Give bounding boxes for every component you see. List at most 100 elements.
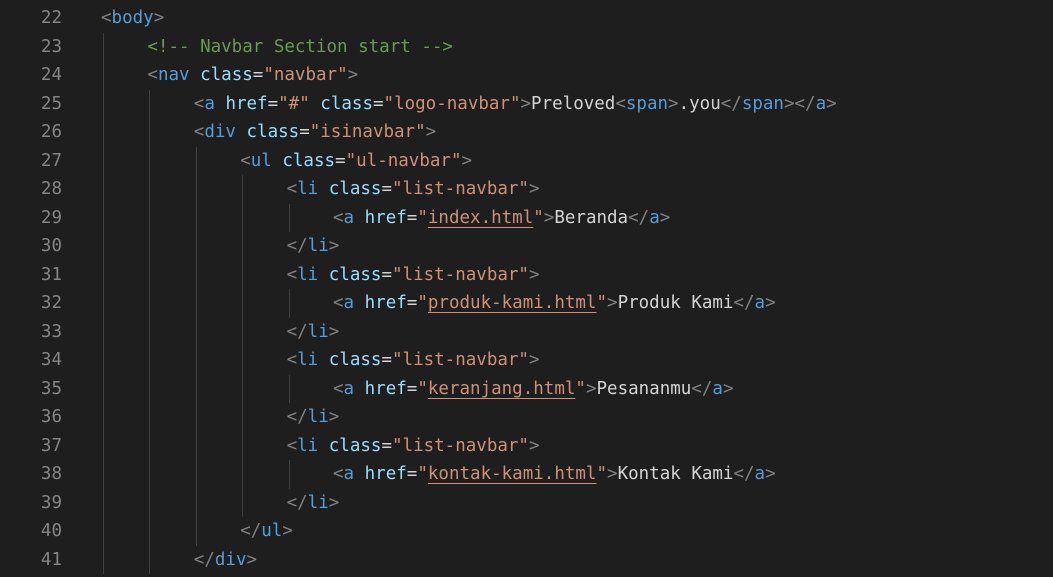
code-token: </	[240, 521, 262, 541]
code-line[interactable]: 33 </li>	[0, 318, 1053, 347]
code-token: <	[147, 65, 158, 85]
code-line[interactable]: 26 <div class="isinavbar">	[0, 118, 1053, 147]
code-token: ></	[783, 93, 816, 114]
code-line[interactable]: 28 <li class="list-navbar">	[0, 175, 1053, 204]
indent-guide	[103, 32, 104, 61]
code-token: =	[267, 93, 279, 114]
code-line[interactable]: 34 <li class="list-navbar">	[0, 346, 1053, 375]
indent-guide	[149, 346, 151, 375]
code-content: <a href="produk-kami.html">Produk Kami</…	[333, 289, 776, 318]
code-token: a	[754, 293, 766, 313]
link-path[interactable]: index.html	[428, 208, 533, 228]
code-token: div	[204, 122, 236, 142]
indent-guide	[103, 545, 104, 574]
code-line[interactable]: 37 <li class="list-navbar">	[0, 432, 1053, 461]
code-token: </	[628, 207, 650, 228]
code-token: li	[297, 350, 319, 370]
code-token: class	[328, 435, 382, 456]
code-editor[interactable]: 22 <body> 23 <!-- Navbar Section start --> 2…	[0, 0, 1053, 577]
code-line[interactable]: 41 </div>	[0, 546, 1053, 575]
code-token: <!-- Navbar Section start -->	[147, 36, 453, 57]
code-content: </div>	[194, 546, 257, 575]
indent-guide	[149, 146, 151, 175]
indent-guide	[242, 346, 244, 375]
indent-guide	[288, 460, 290, 489]
code-token: >	[722, 378, 734, 399]
code-line[interactable]: 35 <a href="keranjang.html">Pesananmu</a>	[0, 375, 1053, 404]
code-token: =	[299, 122, 310, 142]
code-token: >	[328, 492, 340, 513]
indent-guide	[103, 61, 104, 90]
code-token: class	[320, 93, 373, 114]
line-number: 26	[40, 122, 62, 142]
indent-guide	[195, 146, 197, 175]
indent-guide	[103, 175, 104, 204]
code-token: <	[193, 93, 205, 114]
code-token: li	[297, 264, 319, 285]
code-token: li	[307, 407, 329, 427]
code-token: >	[282, 521, 293, 541]
indent-guide	[103, 488, 104, 517]
indent-guide	[195, 203, 197, 232]
line-number: 25	[40, 93, 62, 114]
code-line[interactable]: 39 </li>	[0, 489, 1053, 518]
code-token: >	[328, 236, 340, 256]
code-line[interactable]: 23 <!-- Navbar Section start -->	[0, 33, 1053, 62]
code-line[interactable]: 32 <a href="produk-kami.html">Produk Kami…	[0, 289, 1053, 318]
code-line[interactable]: 22 <body>	[0, 4, 1053, 33]
code-content: <li class="list-navbar">	[287, 175, 540, 204]
code-content: <nav class="navbar">	[147, 61, 358, 90]
indent-guide	[195, 346, 197, 375]
code-token: href	[364, 293, 407, 313]
code-token: a	[343, 293, 355, 313]
indent-guide	[288, 289, 290, 318]
code-token: >	[528, 435, 540, 456]
code-line[interactable]: 29 <a href="index.html">Beranda</a>	[0, 204, 1053, 233]
code-line[interactable]: 24 <nav class="navbar">	[0, 61, 1053, 90]
indent-guide	[149, 517, 151, 546]
code-token: "	[596, 464, 608, 484]
indent-guide	[242, 175, 244, 204]
code-token: =	[335, 150, 346, 171]
code-line[interactable]: 38 <a href="kontak-kami.html">Kontak Kami…	[0, 460, 1053, 489]
code-token: </	[733, 293, 755, 313]
code-line[interactable]: 30 </li>	[0, 232, 1053, 261]
link-path[interactable]: keranjang.html	[428, 379, 576, 399]
code-line[interactable]: 31 <li class="list-navbar">	[0, 261, 1053, 290]
indent-guide	[149, 89, 151, 118]
indent-guide	[149, 545, 151, 574]
code-token: class	[246, 122, 300, 142]
code-token: </	[286, 321, 308, 342]
code-token: a	[712, 378, 723, 399]
code-token: "list-navbar"	[392, 179, 529, 199]
code-line[interactable]: 40 </ul>	[0, 517, 1053, 546]
code-content: <ul class="ul-navbar">	[240, 147, 472, 176]
code-token: >	[520, 93, 532, 114]
line-number: 33	[40, 321, 62, 342]
indent-guide	[103, 403, 104, 432]
indent-guide	[103, 118, 104, 147]
indent-guide	[103, 517, 104, 546]
link-path[interactable]: produk-kami.html	[428, 293, 597, 313]
indent-guide	[149, 317, 151, 346]
indent-guide	[149, 488, 151, 517]
code-token: a	[343, 464, 355, 484]
line-number: 40	[40, 521, 62, 541]
link-path[interactable]: kontak-kami.html	[428, 464, 597, 484]
code-line[interactable]: 27 <ul class="ul-navbar">	[0, 147, 1053, 176]
code-token: <	[101, 8, 112, 28]
code-line[interactable]: 25 <a href="#" class="logo-navbar">Prelov…	[0, 90, 1053, 119]
line-number: 28	[40, 179, 62, 199]
code-token: Beranda	[554, 207, 629, 228]
code-token: href	[364, 378, 407, 399]
line-number: 32	[40, 293, 62, 313]
code-token: </	[286, 492, 308, 513]
code-content: </li>	[287, 403, 340, 432]
code-line[interactable]: 36 </li>	[0, 403, 1053, 432]
code-content: <a href="index.html">Beranda</a>	[333, 204, 670, 233]
